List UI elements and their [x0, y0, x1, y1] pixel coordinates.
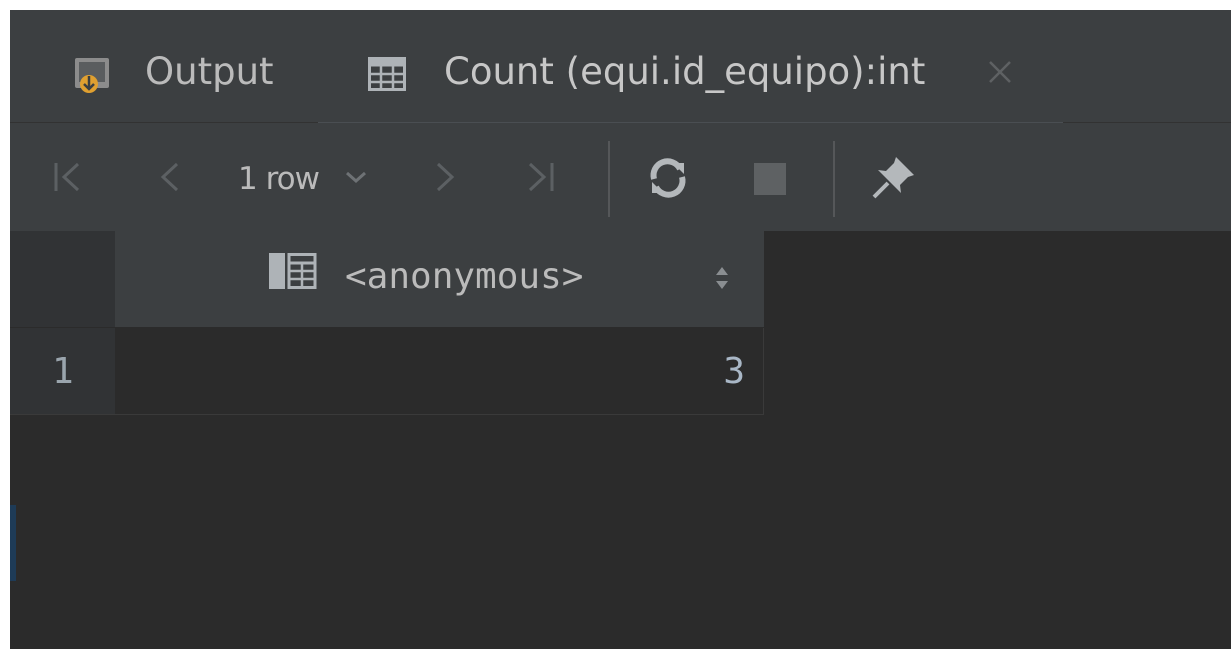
chevron-down-icon[interactable] [344, 167, 368, 187]
close-tab-icon[interactable] [982, 54, 1018, 90]
refresh-icon[interactable] [646, 157, 690, 199]
grid-border [10, 414, 764, 415]
tab-output-label: Output [145, 50, 274, 93]
column-icon [267, 249, 327, 293]
side-accent-bar [10, 505, 16, 581]
results-panel: Output Count (equi.id_equipo):int 1 row … [10, 10, 1231, 649]
sort-icon[interactable] [713, 265, 731, 291]
row-number: 1 [52, 351, 74, 392]
last-page-icon[interactable] [520, 157, 560, 197]
tab-count-label: Count (equi.id_equipo):int [444, 50, 926, 93]
tab-bar: Output Count (equi.id_equipo):int [10, 10, 1231, 128]
results-toolbar: 1 row [10, 123, 1231, 231]
output-console-icon [73, 54, 113, 94]
tab-count-result[interactable]: Count (equi.id_equipo):int [318, 10, 1063, 128]
toolbar-divider [833, 141, 835, 217]
pin-icon[interactable] [868, 153, 918, 203]
tab-output[interactable]: Output [10, 10, 315, 122]
first-page-icon[interactable] [48, 157, 88, 197]
table-grid-icon [368, 57, 406, 91]
cell-value: 3 [723, 351, 745, 392]
grid-corner [10, 231, 115, 327]
column-name: <anonymous> [345, 256, 584, 297]
stop-icon[interactable] [752, 161, 788, 197]
toolbar-divider [608, 141, 610, 217]
column-header[interactable]: <anonymous> [115, 231, 764, 327]
next-page-icon[interactable] [430, 157, 460, 197]
table-cell[interactable]: 3 [115, 328, 764, 414]
row-number-gutter[interactable]: 1 [10, 328, 115, 414]
row-count-selector[interactable]: 1 row [238, 159, 320, 199]
previous-page-icon[interactable] [155, 157, 185, 197]
